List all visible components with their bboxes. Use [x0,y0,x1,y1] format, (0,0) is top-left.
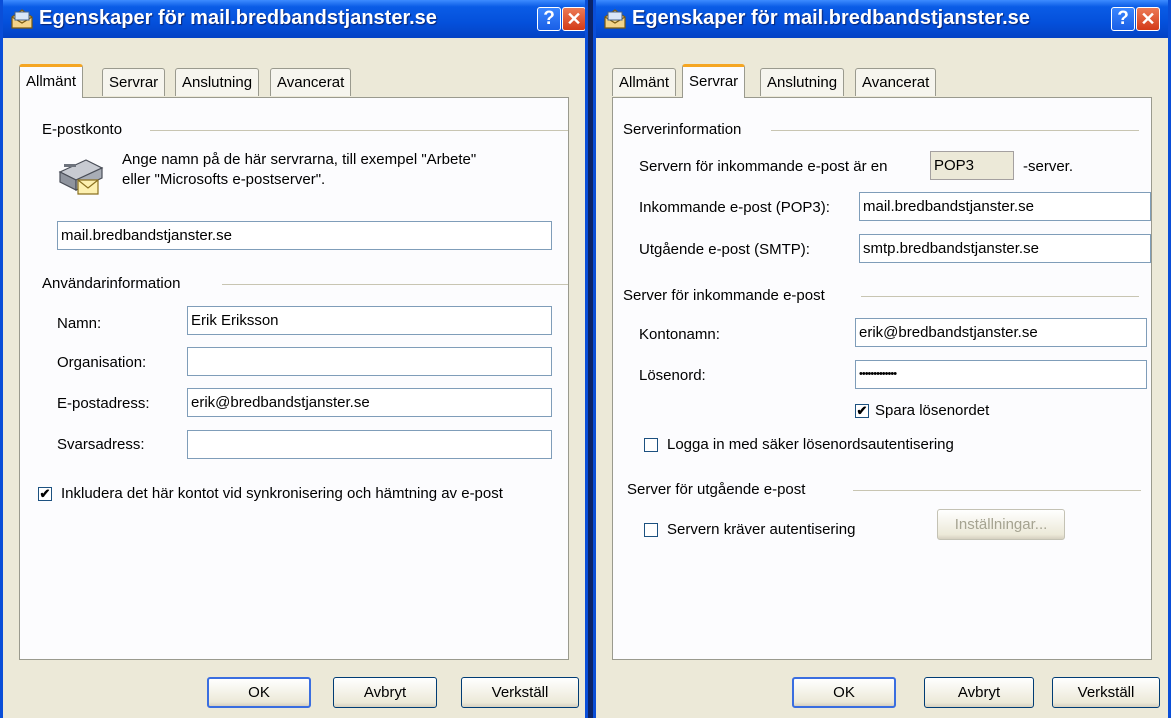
group-heading: Server för inkommande e-post [623,287,825,304]
group-divider [771,130,1139,131]
help-button[interactable]: ? [537,7,561,31]
tab-advanced[interactable]: Avancerat [270,68,352,96]
title-bar[interactable]: Egenskaper för mail.bredbandstjanster.se… [596,0,1168,38]
group-heading: Användarinformation [42,275,181,292]
tab-panel-general: E-postkonto Ange namn på de här servrarn… [19,97,569,660]
incoming-server-type-value: POP3 [930,151,1014,180]
save-password-label[interactable]: Spara lösenordet [875,402,989,419]
cancel-button[interactable]: Avbryt [333,677,437,708]
include-account-label[interactable]: Inkludera det här kontot vid synkroniser… [61,485,503,502]
close-button[interactable]: ✕ [1136,7,1160,31]
outgoing-server-input[interactable]: smtp.bredbandstjanster.se [859,234,1151,263]
reply-address-input[interactable] [187,430,552,459]
outgoing-server-label: Utgående e-post (SMTP): [639,241,810,258]
help-button[interactable]: ? [1111,7,1135,31]
account-name-label: Kontonamn: [639,326,720,343]
account-name-input[interactable]: mail.bredbandstjanster.se [57,221,552,250]
ok-button[interactable]: OK [207,677,311,708]
secure-auth-label[interactable]: Logga in med säker lösenordsautentiserin… [667,436,954,453]
tab-servers[interactable]: Servrar [682,64,746,98]
incoming-server-type-prefix: Servern för inkommande e-post är en [639,158,888,175]
window-title: Egenskaper för mail.bredbandstjanster.se [632,7,1030,29]
ok-button[interactable]: OK [792,677,896,708]
mail-server-icon [58,159,104,195]
server-requires-auth-checkbox[interactable] [644,523,658,537]
password-input[interactable]: ••••••••••••• [855,360,1147,389]
group-heading: Serverinformation [623,121,742,138]
secure-auth-checkbox[interactable] [644,438,658,452]
apply-button[interactable]: Verkställ [1052,677,1160,708]
tab-connection[interactable]: Anslutning [760,68,845,96]
password-label: Lösenord: [639,367,706,384]
user-info-group: Användarinformation [42,275,568,292]
close-button[interactable]: ✕ [562,7,585,31]
tab-general[interactable]: Allmänt [19,64,84,98]
mail-account-group: E-postkonto [42,121,568,138]
tab-advanced[interactable]: Avancerat [855,68,937,96]
mail-account-icon [11,9,33,29]
server-requires-auth-label[interactable]: Servern kräver autentisering [667,521,855,538]
tab-general[interactable]: Allmänt [612,68,677,96]
incoming-server-label: Inkommande e-post (POP3): [639,199,830,216]
email-input[interactable]: erik@bredbandstjanster.se [187,388,552,417]
account-description-line1: Ange namn på de här servrarna, till exem… [122,151,477,168]
account-description-line2: eller "Microsofts e-postserver". [122,171,326,188]
group-divider [222,284,568,285]
cancel-button[interactable]: Avbryt [924,677,1034,708]
incoming-server-group: Server för inkommande e-post [623,287,1139,304]
tab-servers[interactable]: Servrar [102,68,166,96]
group-divider [861,296,1139,297]
name-input[interactable]: Erik Eriksson [187,306,552,335]
properties-window-general: Egenskaper för mail.bredbandstjanster.se… [0,0,588,718]
email-label: E-postadress: [57,395,150,412]
incoming-server-input[interactable]: mail.bredbandstjanster.se [859,192,1151,221]
properties-window-servers: Egenskaper för mail.bredbandstjanster.se… [593,0,1171,718]
group-heading: Server för utgående e-post [627,481,806,498]
include-account-checkbox[interactable]: ✔ [38,487,52,501]
organization-input[interactable] [187,347,552,376]
group-divider [150,130,568,131]
tab-connection[interactable]: Anslutning [175,68,260,96]
title-bar[interactable]: Egenskaper för mail.bredbandstjanster.se… [3,0,585,38]
tab-panel-servers: Serverinformation Servern för inkommande… [612,97,1152,660]
window-title: Egenskaper för mail.bredbandstjanster.se [39,7,437,29]
settings-button[interactable]: Inställningar... [937,509,1065,540]
incoming-server-type-suffix: -server. [1023,158,1074,175]
mail-account-icon [604,9,626,29]
reply-address-label: Svarsadress: [57,436,145,453]
server-info-group: Serverinformation [623,121,1139,138]
name-label: Namn: [57,315,102,332]
group-divider [853,490,1141,491]
save-password-checkbox[interactable]: ✔ [855,404,869,418]
apply-button[interactable]: Verkställ [461,677,579,708]
account-name-input[interactable]: erik@bredbandstjanster.se [855,318,1147,347]
organization-label: Organisation: [57,354,147,371]
outgoing-server-group: Server för utgående e-post [627,481,1141,498]
group-heading: E-postkonto [42,121,123,138]
